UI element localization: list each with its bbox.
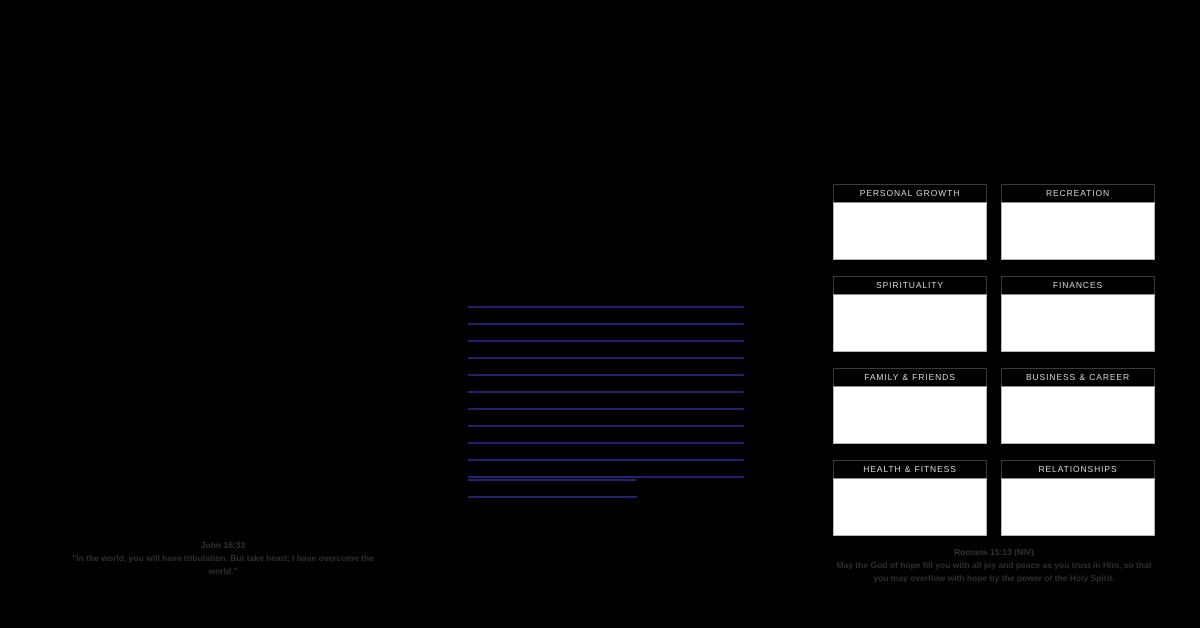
scripture-text-left: "In the world, you will have tribulation… [72, 553, 374, 576]
category-write-space[interactable] [1001, 202, 1155, 260]
category-label: PERSONAL GROWTH [833, 184, 987, 202]
category-write-space[interactable] [1001, 386, 1155, 444]
category-box: SPIRITUALITY [833, 276, 987, 352]
ruled-line[interactable] [468, 408, 744, 410]
ruled-line[interactable] [468, 425, 744, 427]
ruled-line[interactable] [468, 496, 637, 498]
scripture-quote-left: John 16:33 "In the world, you will have … [60, 539, 386, 577]
ruled-line[interactable] [468, 459, 744, 461]
category-box: BUSINESS & CAREER [1001, 368, 1155, 444]
category-box: RECREATION [1001, 184, 1155, 260]
ruled-line[interactable] [468, 391, 744, 393]
category-label: BUSINESS & CAREER [1001, 368, 1155, 386]
category-write-space[interactable] [1001, 478, 1155, 536]
ruled-line[interactable] [468, 476, 744, 478]
category-label: HEALTH & FITNESS [833, 460, 987, 478]
category-write-space[interactable] [833, 386, 987, 444]
category-box: PERSONAL GROWTH [833, 184, 987, 260]
ruled-writing-area[interactable] [468, 300, 744, 505]
category-write-space[interactable] [833, 294, 987, 352]
ruled-line[interactable] [468, 306, 744, 308]
scripture-text-right: May the God of hope fill you with all jo… [836, 560, 1152, 583]
ruled-line[interactable] [468, 374, 744, 376]
ruled-line[interactable] [468, 340, 744, 342]
category-label: RELATIONSHIPS [1001, 460, 1155, 478]
category-box-grid: PERSONAL GROWTH RECREATION SPIRITUALITY FIN… [833, 184, 1155, 536]
ruled-line[interactable] [468, 479, 637, 481]
category-label: SPIRITUALITY [833, 276, 987, 294]
category-write-space[interactable] [1001, 294, 1155, 352]
ruled-line[interactable] [468, 323, 744, 325]
category-write-space[interactable] [833, 478, 987, 536]
category-write-space[interactable] [833, 202, 987, 260]
category-label: FINANCES [1001, 276, 1155, 294]
scripture-quote-right: Romans 15:13 (NIV) May the God of hope f… [828, 546, 1160, 584]
scripture-reference-left: John 16:33 [200, 540, 246, 550]
ruled-line[interactable] [468, 357, 744, 359]
category-box: RELATIONSHIPS [1001, 460, 1155, 536]
category-label: FAMILY & FRIENDS [833, 368, 987, 386]
category-label: RECREATION [1001, 184, 1155, 202]
ruled-line[interactable] [468, 442, 744, 444]
category-box: HEALTH & FITNESS [833, 460, 987, 536]
category-box: FINANCES [1001, 276, 1155, 352]
category-box: FAMILY & FRIENDS [833, 368, 987, 444]
scripture-reference-right: Romans 15:13 (NIV) [954, 547, 1034, 557]
